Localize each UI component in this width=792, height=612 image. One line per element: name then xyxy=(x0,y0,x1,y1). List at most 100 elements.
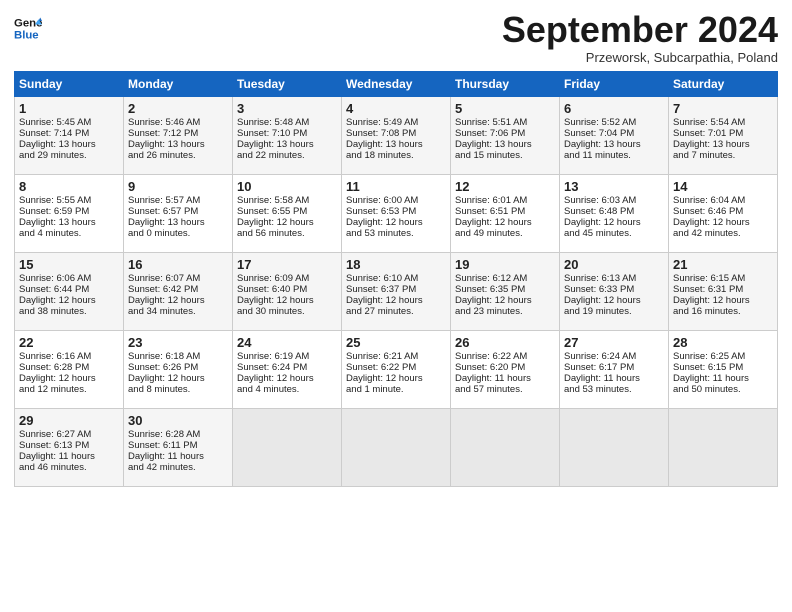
daylight-text-2: and 49 minutes. xyxy=(455,228,523,239)
daylight-text-2: and 26 minutes. xyxy=(128,150,196,161)
sunset-text: Sunset: 6:24 PM xyxy=(237,362,307,373)
sunset-text: Sunset: 6:20 PM xyxy=(455,362,525,373)
month-title: September 2024 xyxy=(502,10,778,50)
sunset-text: Sunset: 7:01 PM xyxy=(673,128,743,139)
sunset-text: Sunset: 7:14 PM xyxy=(19,128,89,139)
sunset-text: Sunset: 7:08 PM xyxy=(346,128,416,139)
sunrise-text: Sunrise: 6:25 AM xyxy=(673,351,745,362)
daylight-text: Daylight: 12 hours xyxy=(455,295,532,306)
table-row: 16Sunrise: 6:07 AMSunset: 6:42 PMDayligh… xyxy=(124,252,233,330)
table-row: 17Sunrise: 6:09 AMSunset: 6:40 PMDayligh… xyxy=(233,252,342,330)
sunrise-text: Sunrise: 5:54 AM xyxy=(673,117,745,128)
daylight-text-2: and 53 minutes. xyxy=(564,384,632,395)
day-number: 7 xyxy=(673,101,773,116)
location-subtitle: Przeworsk, Subcarpathia, Poland xyxy=(502,50,778,65)
sunset-text: Sunset: 7:04 PM xyxy=(564,128,634,139)
sunrise-text: Sunrise: 5:55 AM xyxy=(19,195,91,206)
table-row: 11Sunrise: 6:00 AMSunset: 6:53 PMDayligh… xyxy=(342,174,451,252)
table-row: 23Sunrise: 6:18 AMSunset: 6:26 PMDayligh… xyxy=(124,330,233,408)
daylight-text: Daylight: 12 hours xyxy=(19,373,96,384)
daylight-text-2: and 7 minutes. xyxy=(673,150,735,161)
daylight-text-2: and 57 minutes. xyxy=(455,384,523,395)
sunset-text: Sunset: 6:46 PM xyxy=(673,206,743,217)
sunset-text: Sunset: 6:15 PM xyxy=(673,362,743,373)
sunrise-text: Sunrise: 6:09 AM xyxy=(237,273,309,284)
table-row: 27Sunrise: 6:24 AMSunset: 6:17 PMDayligh… xyxy=(560,330,669,408)
sunrise-text: Sunrise: 5:52 AM xyxy=(564,117,636,128)
daylight-text: Daylight: 12 hours xyxy=(455,217,532,228)
day-number: 8 xyxy=(19,179,119,194)
daylight-text-2: and 15 minutes. xyxy=(455,150,523,161)
sunrise-text: Sunrise: 5:57 AM xyxy=(128,195,200,206)
table-row xyxy=(451,408,560,486)
sunrise-text: Sunrise: 6:18 AM xyxy=(128,351,200,362)
day-number: 29 xyxy=(19,413,119,428)
calendar-table: Sunday Monday Tuesday Wednesday Thursday… xyxy=(14,71,778,487)
calendar-week-row: 22Sunrise: 6:16 AMSunset: 6:28 PMDayligh… xyxy=(15,330,778,408)
table-row: 2Sunrise: 5:46 AMSunset: 7:12 PMDaylight… xyxy=(124,96,233,174)
daylight-text-2: and 42 minutes. xyxy=(128,462,196,473)
sunset-text: Sunset: 6:11 PM xyxy=(128,440,198,451)
sunrise-text: Sunrise: 6:06 AM xyxy=(19,273,91,284)
daylight-text-2: and 11 minutes. xyxy=(564,150,631,161)
daylight-text-2: and 56 minutes. xyxy=(237,228,305,239)
daylight-text-2: and 29 minutes. xyxy=(19,150,87,161)
daylight-text: Daylight: 12 hours xyxy=(346,373,423,384)
th-friday: Friday xyxy=(560,71,669,96)
sunset-text: Sunset: 6:53 PM xyxy=(346,206,416,217)
daylight-text: Daylight: 12 hours xyxy=(237,295,314,306)
sunrise-text: Sunrise: 6:27 AM xyxy=(19,429,91,440)
sunrise-text: Sunrise: 6:22 AM xyxy=(455,351,527,362)
sunset-text: Sunset: 6:57 PM xyxy=(128,206,198,217)
table-row: 25Sunrise: 6:21 AMSunset: 6:22 PMDayligh… xyxy=(342,330,451,408)
sunset-text: Sunset: 6:40 PM xyxy=(237,284,307,295)
day-number: 18 xyxy=(346,257,446,272)
calendar-week-row: 8Sunrise: 5:55 AMSunset: 6:59 PM Daylight… xyxy=(15,174,778,252)
daylight-text-2: and 30 minutes. xyxy=(237,306,305,317)
daylight-text-2: and 38 minutes. xyxy=(19,306,87,317)
daylight-text: Daylight: 12 hours xyxy=(346,217,423,228)
daylight-text: Daylight: 11 hours xyxy=(19,451,95,462)
table-row: 9Sunrise: 5:57 AMSunset: 6:57 PMDaylight… xyxy=(124,174,233,252)
daylight-text-2: and 4 minutes. xyxy=(19,228,81,239)
sunset-text: Sunset: 6:17 PM xyxy=(564,362,634,373)
table-row: 15Sunrise: 6:06 AMSunset: 6:44 PMDayligh… xyxy=(15,252,124,330)
table-row xyxy=(342,408,451,486)
daylight-text-2: and 45 minutes. xyxy=(564,228,632,239)
sunrise-text: Sunrise: 6:19 AM xyxy=(237,351,309,362)
table-row: 19Sunrise: 6:12 AMSunset: 6:35 PMDayligh… xyxy=(451,252,560,330)
sunset-text: Sunset: 6:59 PM xyxy=(19,206,89,217)
sunrise-text: Sunrise: 6:15 AM xyxy=(673,273,745,284)
th-wednesday: Wednesday xyxy=(342,71,451,96)
table-row: 4Sunrise: 5:49 AMSunset: 7:08 PMDaylight… xyxy=(342,96,451,174)
table-row: 14Sunrise: 6:04 AMSunset: 6:46 PMDayligh… xyxy=(669,174,778,252)
day-number: 24 xyxy=(237,335,337,350)
day-number: 28 xyxy=(673,335,773,350)
table-row: 12Sunrise: 6:01 AMSunset: 6:51 PMDayligh… xyxy=(451,174,560,252)
daylight-text: Daylight: 13 hours xyxy=(128,139,205,150)
table-row: 29Sunrise: 6:27 AMSunset: 6:13 PMDayligh… xyxy=(15,408,124,486)
sunrise-text: Sunrise: 5:45 AM xyxy=(19,117,91,128)
sunrise-text: Sunrise: 6:03 AM xyxy=(564,195,636,206)
calendar-week-row: 29Sunrise: 6:27 AMSunset: 6:13 PMDayligh… xyxy=(15,408,778,486)
sunrise-text: Sunrise: 6:04 AM xyxy=(673,195,745,206)
daylight-text: Daylight: 11 hours xyxy=(455,373,531,384)
table-row: 5Sunrise: 5:51 AMSunset: 7:06 PMDaylight… xyxy=(451,96,560,174)
sunset-text: Sunset: 6:35 PM xyxy=(455,284,525,295)
sunrise-text: Sunrise: 5:49 AM xyxy=(346,117,418,128)
daylight-text-2: and 0 minutes. xyxy=(128,228,190,239)
sunrise-text: Sunrise: 6:10 AM xyxy=(346,273,418,284)
table-row xyxy=(560,408,669,486)
header-row: General Blue September 2024 Przeworsk, S… xyxy=(14,10,778,65)
daylight-text-2: and 4 minutes. xyxy=(237,384,299,395)
table-row xyxy=(669,408,778,486)
day-number: 21 xyxy=(673,257,773,272)
daylight-text: Daylight: 11 hours xyxy=(564,373,640,384)
header-row-days: Sunday Monday Tuesday Wednesday Thursday… xyxy=(15,71,778,96)
sunset-text: Sunset: 6:26 PM xyxy=(128,362,198,373)
table-row: 13Sunrise: 6:03 AMSunset: 6:48 PMDayligh… xyxy=(560,174,669,252)
day-number: 12 xyxy=(455,179,555,194)
sunset-text: Sunset: 6:42 PM xyxy=(128,284,198,295)
sunset-text: Sunset: 6:44 PM xyxy=(19,284,89,295)
table-row: 22Sunrise: 6:16 AMSunset: 6:28 PMDayligh… xyxy=(15,330,124,408)
